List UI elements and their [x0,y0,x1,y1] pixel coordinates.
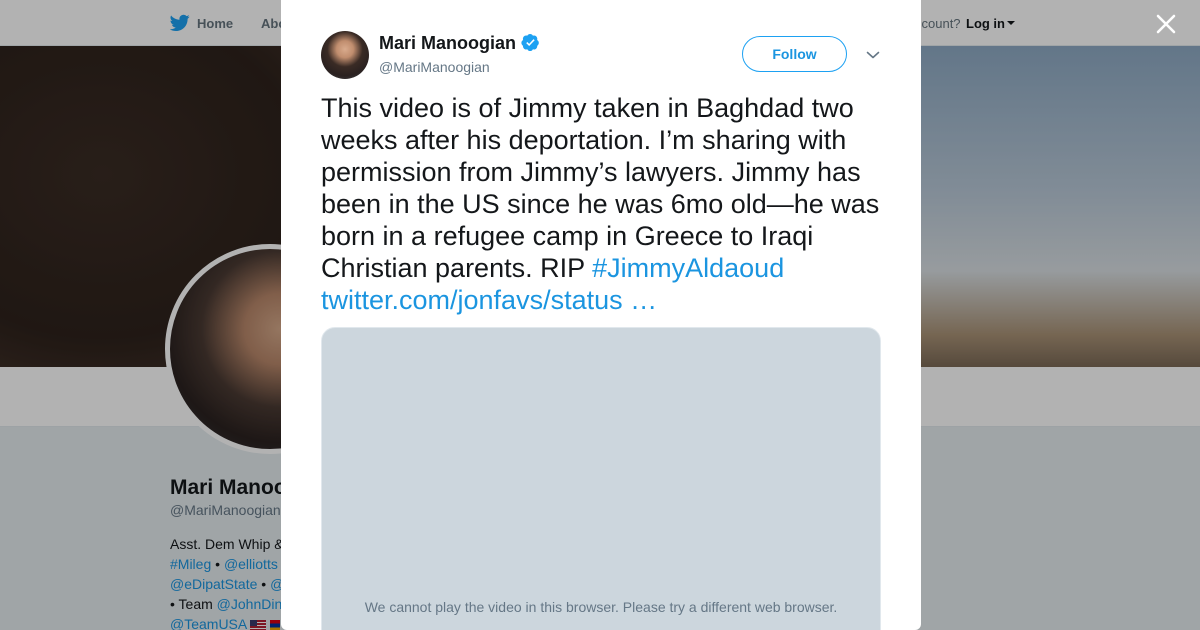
follow-button[interactable]: Follow [742,36,847,72]
video-unsupported-message: We cannot play the video in this browser… [364,599,838,615]
chevron-down-icon[interactable] [865,47,881,63]
author-handle[interactable]: @MariManoogian [379,59,490,75]
quoted-tweet-link[interactable]: twitter.com/jonfavs/status … [321,285,657,315]
author-avatar[interactable] [321,31,369,79]
hashtag-link[interactable]: #JimmyAldaoud [592,253,784,283]
tweet-text: This video is of Jimmy taken in Baghdad … [321,92,891,316]
close-icon[interactable] [1152,10,1180,38]
author-name[interactable]: Mari Manoogian [379,33,516,54]
verified-badge-icon [521,33,539,52]
tweet-modal: Mari Manoogian @MariManoogian Follow Thi… [281,0,921,630]
video-player[interactable]: We cannot play the video in this browser… [321,327,881,630]
